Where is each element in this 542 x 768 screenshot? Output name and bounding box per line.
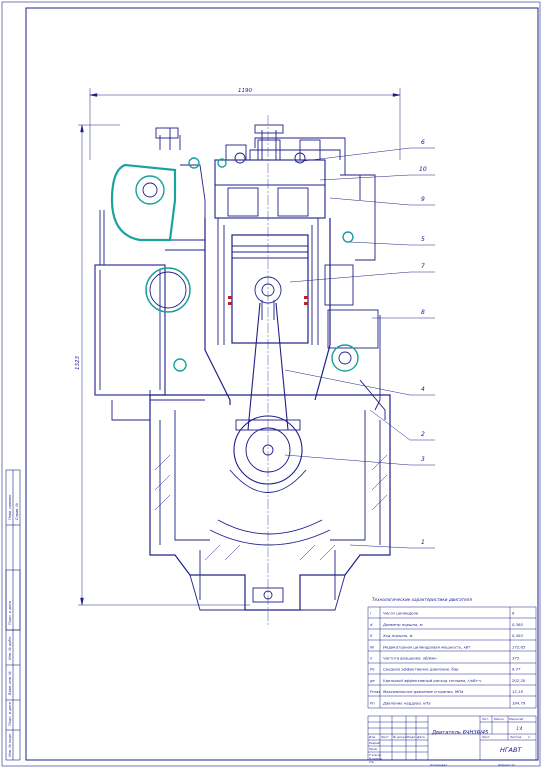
left-strip-label: Инв. № подл.	[8, 733, 12, 757]
spec-sym-cell: Pmax	[370, 689, 381, 694]
left-strip-labels: Перв. примен. Справ. № Подп. и дата Инв.…	[8, 494, 19, 757]
sheet-border	[1, 1, 541, 767]
spec-sym-cell: Pn	[370, 700, 375, 705]
left-strip-label: Подп. и дата	[8, 702, 12, 726]
role-approved: Утв.	[369, 760, 375, 764]
spec-sym-cell: ge	[370, 678, 375, 683]
spec-value-cell: 172,65	[512, 644, 526, 649]
spec-value-cell: 184,79	[512, 700, 526, 705]
spec-name-cell: Максимальное давление сгорания, МПа	[383, 689, 464, 694]
callout-number: 1	[421, 539, 425, 546]
role-ncontrol: Н.контр.	[369, 757, 382, 761]
callout-number: 7	[421, 263, 425, 270]
lit-label: Лит.	[481, 717, 489, 721]
spec-sym-cell: i	[370, 611, 372, 616]
spec-sym-cell: n	[370, 656, 373, 661]
height-dimension-value: 1323	[75, 356, 81, 370]
spec-name-cell: Давление наддува, кПа	[382, 700, 431, 705]
engine-cross-section	[94, 115, 391, 625]
spec-value-cell: 6	[512, 611, 515, 616]
overall-width-dimension	[89, 88, 401, 160]
spec-value-cell: 202,20	[512, 678, 526, 683]
spec-table-rows: i Число цилиндров 6 d Диаметр поршня, м 0,360…	[370, 611, 526, 706]
callout-number: 2	[421, 431, 425, 438]
spec-name-cell: Число цилиндров	[383, 611, 419, 616]
role-developer: Разраб.	[369, 741, 381, 745]
spec-name-cell: Индикаторная цилиндровая мощность, кВт	[383, 644, 472, 649]
overall-height-dimension	[78, 124, 250, 606]
spec-value-cell: 375	[512, 656, 520, 661]
callout-number: 9	[421, 196, 425, 203]
spec-name-cell: Диаметр поршня, м	[382, 622, 423, 627]
rev-label: Изм.	[369, 735, 376, 739]
sheets-value: 1	[528, 735, 530, 739]
spec-name-cell: Среднее эффективное давление, бар	[383, 667, 459, 672]
spec-value-cell: 0,450	[512, 633, 523, 638]
engine-drawing-sheet: Перв. примен. Справ. № Подп. и дата Инв.…	[1, 1, 541, 767]
width-dimension-value: 1190	[238, 88, 252, 94]
callout-number: 5	[421, 236, 425, 243]
callout-number: 8	[421, 309, 425, 316]
left-strip-label: Перв. примен.	[8, 494, 12, 520]
spec-name-cell: Удельный эффективный расход топлива, г/к…	[383, 678, 482, 683]
callout-number: 6	[421, 139, 425, 146]
left-strip-label: Взам. инв. №	[8, 671, 12, 695]
spec-sym-cell: S	[370, 633, 373, 638]
left-strip-label: Подп. и дата	[8, 601, 12, 625]
left-strip-label: Инв. № дубл.	[8, 636, 12, 660]
spec-table-title: Технологические характеристики двигателя	[372, 597, 472, 602]
spec-name-cell: Частота вращения, об/мин	[383, 656, 437, 661]
callout-number: 10	[419, 166, 427, 173]
spec-name-cell: Ход поршня, м	[382, 633, 413, 638]
scale-label: Масштаб	[509, 717, 523, 721]
spec-sym-cell: Ni	[370, 644, 375, 649]
spec-sym-cell: Pe	[370, 667, 375, 672]
callout-number: 4	[421, 386, 425, 393]
format-label: Формат А1	[498, 763, 515, 767]
callout-number: 3	[421, 456, 425, 463]
spec-value-cell: 12,19	[512, 689, 523, 694]
mass-label: Масса	[494, 717, 504, 721]
sign-label: Подп.	[407, 735, 416, 739]
role-checker: Пров.	[369, 747, 378, 751]
title-block-text: Изм. Лист № докум. Подп. Дата Разраб. Пр…	[369, 717, 530, 764]
spec-value-cell: 9,77	[512, 667, 521, 672]
callout-numbers: 6 10 9 5 7 8 4 2 3 1	[419, 139, 427, 546]
sheet-col-label: Лист	[380, 735, 389, 739]
sheets-label: Листов	[509, 735, 521, 739]
date-label: Дата	[416, 735, 425, 739]
scale-value: 1:4	[516, 726, 523, 731]
left-strip-label: Справ. №	[15, 503, 19, 520]
spec-value-cell: 0,360	[512, 622, 523, 627]
doc-no-label: № докум.	[392, 735, 408, 739]
organization: НГАВТ	[500, 746, 522, 754]
drawing-designation: Двигатель 6ЧН36/45	[431, 730, 489, 736]
copied-label: Копировал	[430, 763, 447, 767]
spec-sym-cell: d	[370, 622, 373, 627]
